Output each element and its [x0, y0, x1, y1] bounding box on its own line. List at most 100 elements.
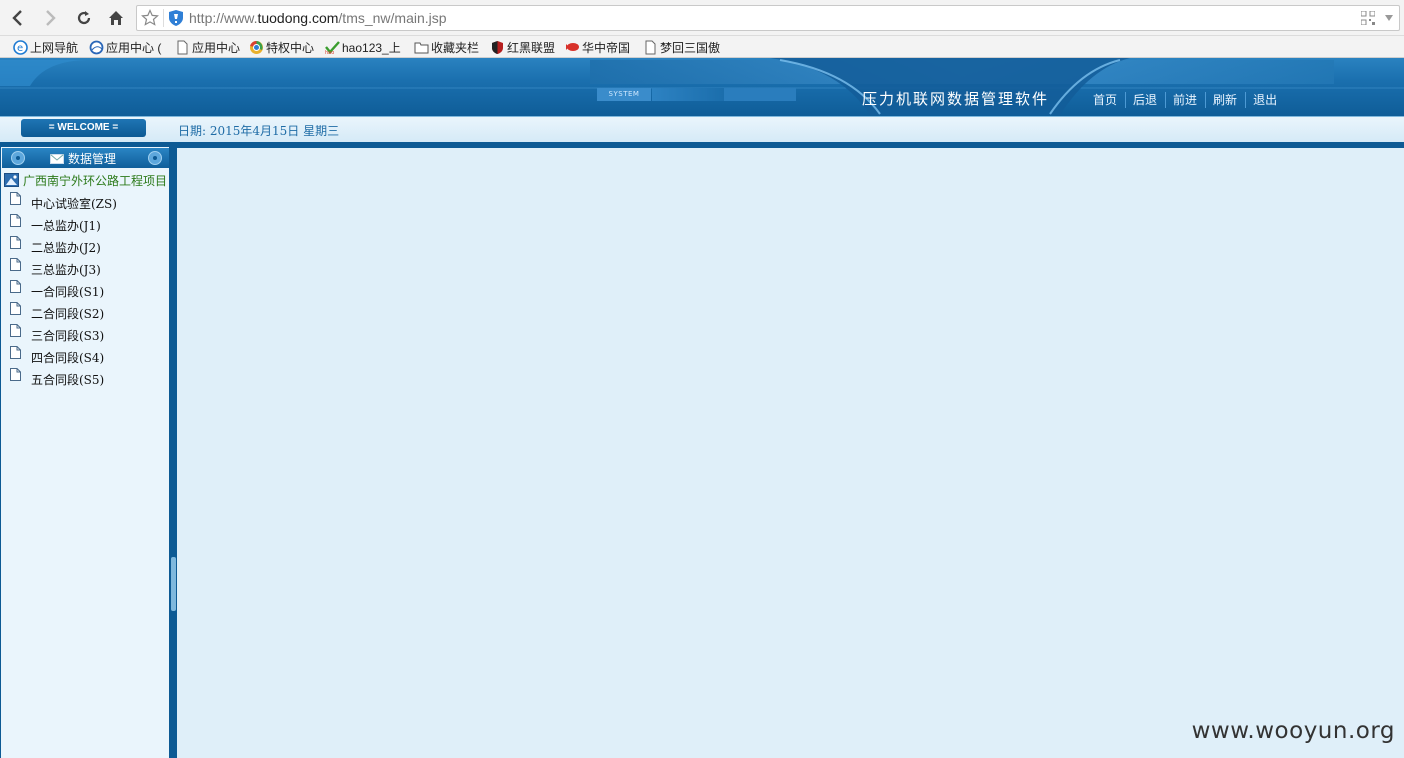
forward-button[interactable] — [38, 6, 62, 30]
panel-splitter[interactable] — [170, 147, 177, 758]
tree-item[interactable]: 三总监办(J3) — [1, 257, 169, 279]
tree-item[interactable]: 二合同段(S2) — [1, 301, 169, 323]
tree-item-label: 二总监办(J2) — [31, 241, 101, 255]
hao-icon: hao — [325, 40, 340, 56]
sidebar-header: 数据管理 — [2, 148, 169, 168]
tree-item-label: 中心试验室(ZS) — [31, 197, 117, 211]
bookmark-item[interactable]: 特权中心 — [249, 39, 314, 55]
bookmark-item[interactable]: 收藏夹栏 — [414, 39, 479, 55]
folder-icon — [414, 40, 429, 55]
project-tree: 广西南宁外环公路工程项目 中心试验室(ZS) 一总监办(J1) 二总监办(J2)… — [1, 169, 169, 389]
reload-icon — [77, 11, 91, 25]
red-fish-icon — [565, 40, 580, 55]
document-icon — [10, 324, 21, 337]
project-image-icon — [4, 173, 19, 187]
page-icon — [175, 40, 190, 55]
url-host: tuodong.com — [257, 10, 339, 26]
sidebar-title-text: 数据管理 — [68, 152, 117, 166]
document-icon — [10, 346, 21, 359]
back-arrow-icon — [12, 10, 22, 26]
document-icon — [10, 192, 21, 205]
bookmark-item[interactable]: e 上网导航 — [13, 39, 78, 55]
document-icon — [10, 258, 21, 271]
tree-item[interactable]: 一总监办(J1) — [1, 213, 169, 235]
address-bar[interactable]: http://www.tuodong.com/tms_nw/main.jsp — [136, 5, 1400, 31]
url-dropdown-icon[interactable] — [1385, 15, 1393, 21]
home-button[interactable] — [104, 6, 128, 30]
tree-item-label: 一合同段(S1) — [31, 285, 105, 299]
back-button[interactable] — [6, 6, 30, 30]
forward-arrow-icon — [46, 10, 56, 26]
nav-logout-link[interactable]: 退出 — [1245, 92, 1285, 108]
splitter-grip-handle[interactable] — [171, 557, 176, 611]
nav-home-link[interactable]: 首页 — [1086, 92, 1125, 108]
nav-refresh-link[interactable]: 刷新 — [1205, 92, 1245, 108]
tree-item-label: 四合同段(S4) — [31, 351, 105, 365]
globe-icon — [89, 40, 104, 55]
main-content-frame: www.wooyun.org — [177, 147, 1404, 758]
bookmark-label: 红黑联盟 — [507, 40, 556, 55]
nav-back-link[interactable]: 后退 — [1125, 92, 1165, 108]
bookmark-label: 应用中心 — [192, 40, 241, 55]
document-icon — [10, 236, 21, 249]
browser-toolbar: http://www.tuodong.com/tms_nw/main.jsp — [0, 0, 1404, 36]
document-icon — [10, 214, 21, 227]
bookmark-item[interactable]: hao hao123_上 — [325, 39, 401, 56]
sidebar-title[interactable]: 数据管理 — [50, 150, 116, 167]
bookmark-star-icon[interactable] — [141, 9, 159, 27]
url-text[interactable]: http://www.tuodong.com/tms_nw/main.jsp — [189, 10, 447, 26]
app-title: 压力机联网数据管理软件 — [862, 90, 1050, 108]
top-nav: 首页 后退 前进 刷新 退出 — [1086, 92, 1285, 108]
bookmark-label: 上网导航 — [30, 40, 79, 55]
url-prefix: http://www. — [189, 10, 258, 26]
tree-item-label: 五合同段(S5) — [31, 373, 105, 387]
url-divider — [163, 9, 164, 27]
document-icon — [10, 302, 21, 315]
nav-forward-link[interactable]: 前进 — [1165, 92, 1205, 108]
reload-button[interactable] — [72, 6, 96, 30]
site-header: SYSTEM 压力机联网数据管理软件 首页 后退 前进 刷新 退出 — [0, 58, 1404, 116]
system-tag: SYSTEM — [597, 88, 651, 101]
bookmark-item[interactable]: 华中帝国 — [565, 39, 630, 55]
bookmark-item[interactable]: 红黑联盟 — [490, 39, 555, 55]
tree-item-label: 三总监办(J3) — [31, 263, 101, 277]
tree-item-label: 一总监办(J1) — [31, 219, 101, 233]
bookmark-label: 收藏夹栏 — [431, 40, 480, 55]
tree-item[interactable]: 二总监办(J2) — [1, 235, 169, 257]
qr-code-icon[interactable] — [1361, 11, 1375, 25]
svg-text:hao: hao — [325, 50, 334, 55]
welcome-badge: = WELCOME = — [21, 119, 146, 137]
bookmark-item[interactable]: 梦回三国傲 — [643, 39, 720, 55]
home-icon — [109, 11, 123, 25]
bookmark-label: 华中帝国 — [582, 40, 631, 55]
security-shield-icon[interactable] — [169, 10, 183, 26]
bookmark-label: hao123_上 — [342, 40, 401, 55]
tree-item[interactable]: 三合同段(S3) — [1, 323, 169, 345]
document-icon — [10, 280, 21, 293]
shield-red-icon — [490, 40, 505, 55]
svg-text:e: e — [17, 43, 23, 54]
ie-e-icon: e — [13, 39, 28, 55]
tree-item[interactable]: 四合同段(S4) — [1, 345, 169, 367]
page-icon — [643, 40, 658, 55]
tree-item-label: 三合同段(S3) — [31, 329, 105, 343]
tree-item[interactable]: 一合同段(S1) — [1, 279, 169, 301]
bookmark-item[interactable]: 应用中心 — [175, 39, 240, 55]
chrome-icon — [249, 40, 264, 55]
bookmark-item[interactable]: 应用中心 ( — [89, 39, 161, 55]
bookmark-label: 应用中心 ( — [106, 40, 162, 55]
tree-item[interactable]: 中心试验室(ZS) — [1, 191, 169, 213]
bookmark-label: 特权中心 — [266, 40, 315, 55]
bookmark-label: 梦回三国傲 — [660, 40, 721, 55]
bookmarks-bar: e 上网导航 应用中心 ( 应用中心 特权中心 hao hao123_上 收藏夹… — [0, 36, 1404, 58]
mail-icon — [50, 153, 64, 164]
date-display: 日期: 2015年4月15日 星期三 — [178, 124, 340, 138]
system-bar — [724, 88, 796, 101]
tree-root-label: 广西南宁外环公路工程项目 — [23, 173, 168, 188]
panel-cap-right-icon — [148, 151, 162, 165]
info-bar: = WELCOME = 日期: 2015年4月15日 星期三 — [0, 116, 1404, 142]
tree-root-project[interactable]: 广西南宁外环公路工程项目 — [1, 169, 169, 191]
panel-cap-left-icon — [11, 151, 25, 165]
tree-item[interactable]: 五合同段(S5) — [1, 367, 169, 389]
tree-item-label: 二合同段(S2) — [31, 307, 105, 321]
